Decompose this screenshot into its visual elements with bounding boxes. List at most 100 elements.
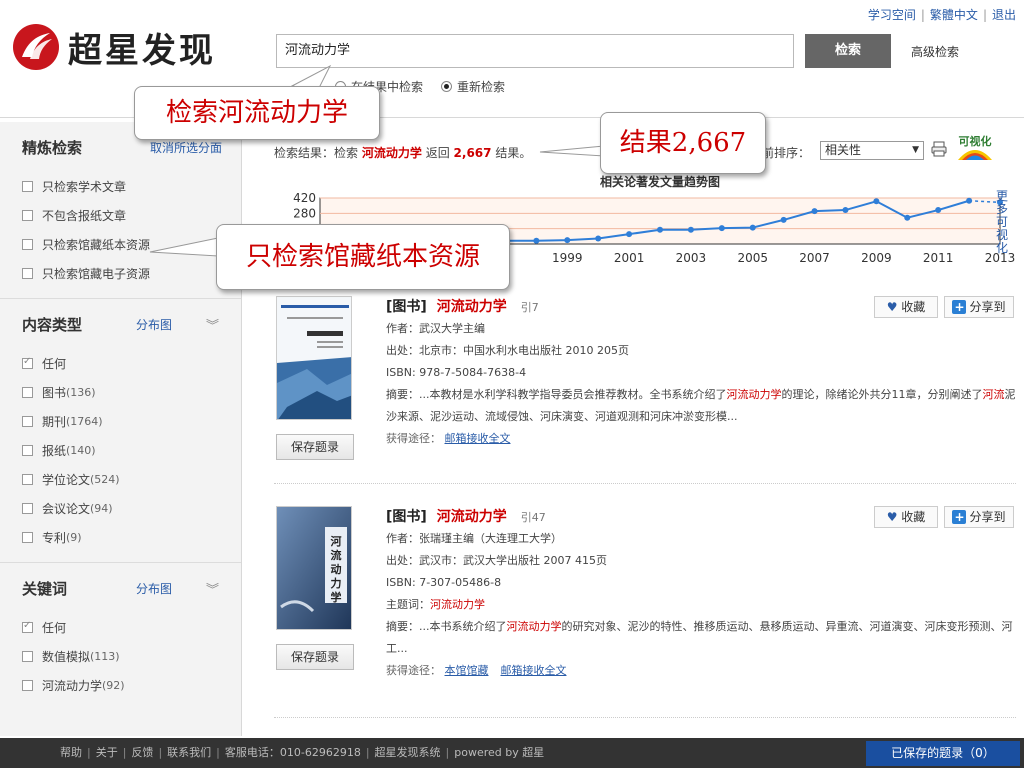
refine-title: 精炼检索 — [22, 138, 83, 157]
abstract-highlight: 河流动力学 — [726, 388, 782, 401]
search-button[interactable]: 检索 — [805, 34, 891, 68]
refine-item-academic[interactable]: 只检索学术文章 — [0, 172, 241, 201]
book-cover-image[interactable]: 河 流 动 力 学 — [276, 506, 352, 630]
refine-item-no-newspaper[interactable]: 不包含报纸文章 — [0, 201, 241, 230]
top-link-study-space[interactable]: 学习空间 — [868, 8, 916, 22]
saved-records-button[interactable]: 已保存的题录（0） — [866, 741, 1020, 766]
book-cover-image[interactable] — [276, 296, 352, 420]
keywords-header: 关键词 分布图 ︾ — [0, 563, 241, 613]
radio-new-search[interactable] — [441, 81, 453, 92]
sort-label: 前排序： — [762, 146, 811, 160]
abstract-highlight: 河流动力学 — [506, 620, 562, 633]
refine-item-electronic-holdings[interactable]: 只检索馆藏电子资源 — [0, 259, 241, 288]
checkbox[interactable] — [22, 356, 33, 369]
record-title-link[interactable]: 河流动力学 — [437, 299, 507, 315]
content-type-conference[interactable]: 会议论文 (94) — [0, 494, 241, 523]
save-record-button[interactable]: 保存题录 — [276, 644, 354, 670]
checkbox[interactable] — [22, 387, 33, 398]
refine-item-label: 只检索学术文章 — [42, 180, 127, 194]
facet-count: (9) — [66, 531, 82, 544]
record-author: 作者：武汉大学主编 — [386, 322, 485, 335]
clear-facets-link[interactable]: 取消所选分面 — [150, 139, 222, 156]
result-mid: 返回 — [425, 146, 450, 160]
record-title-link[interactable]: 河流动力学 — [437, 509, 507, 525]
content-type-journal[interactable]: 期刊 (1764) — [0, 407, 241, 436]
result-suffix: 结果。 — [495, 146, 532, 160]
advanced-search-link[interactable]: 高级检索 — [911, 43, 959, 60]
record-isbn: ISBN: 978-7-5084-7638-4 — [386, 366, 527, 379]
footer-help-link[interactable]: 帮助 — [60, 746, 82, 759]
top-link-logout[interactable]: 退出 — [992, 8, 1016, 22]
search-option-new-label: 重新检索 — [457, 80, 506, 94]
facet-label: 图书 — [42, 386, 67, 400]
keyword-any[interactable]: 任何 — [0, 613, 241, 642]
checkbox[interactable] — [22, 268, 33, 279]
abstract-text: 摘要：...本教材是水利学科教学指导委员会推荐教材。全书系统介绍了 — [386, 388, 727, 401]
checkbox[interactable] — [22, 680, 33, 691]
content-type-distribution-link[interactable]: 分布图 — [136, 316, 172, 333]
checkbox[interactable] — [22, 181, 33, 192]
sort-value: 相关性 — [825, 143, 862, 157]
email-fulltext-link[interactable]: 邮箱接收全文 — [501, 664, 567, 677]
footer-contact-link[interactable]: 联系我们 — [167, 746, 211, 759]
collapse-chevron-icon[interactable]: ︾ — [206, 579, 219, 598]
facet-label: 任何 — [42, 357, 67, 371]
library-holdings-link[interactable]: 本馆馆藏 — [445, 664, 489, 677]
facet-label: 学位论文 — [42, 473, 91, 487]
content-type-header: 内容类型 分布图 ︾ — [0, 299, 241, 349]
plus-icon: + — [952, 510, 967, 524]
logo[interactable]: 超星发现 — [12, 22, 216, 72]
checkbox[interactable] — [22, 503, 33, 514]
top-link-traditional[interactable]: 繁體中文 — [930, 8, 978, 22]
content-type-any[interactable]: 任何 — [0, 349, 241, 378]
content-type-section: 内容类型 分布图 ︾ 任何 图书(136) 期刊(1764) 报纸(140) 学… — [0, 299, 241, 563]
refine-item-paper-holdings[interactable]: 只检索馆藏纸本资源 — [0, 230, 241, 259]
logo-text: 超星发现 — [68, 30, 216, 71]
trend-point — [873, 198, 880, 205]
search-input[interactable]: 河流动力学 — [276, 34, 794, 68]
trend-point — [595, 235, 602, 242]
trend-point — [904, 214, 911, 221]
share-button[interactable]: + 分享到 — [944, 506, 1014, 528]
keyword-river-dynamics[interactable]: 河流动力学 (92) — [0, 671, 241, 700]
favorite-button[interactable]: ♥ 收藏 — [874, 506, 938, 528]
svg-text:力: 力 — [331, 576, 342, 590]
print-icon[interactable] — [930, 140, 948, 158]
content-type-book[interactable]: 图书 (136) — [0, 378, 241, 407]
more-visualization-link[interactable]: 更多可视化 — [995, 190, 1009, 255]
email-fulltext-link[interactable]: 邮箱接收全文 — [445, 432, 511, 445]
book-cover-art: 河 流 动 力 学 — [277, 507, 351, 629]
svg-text:动: 动 — [331, 562, 342, 576]
x-tick-label: 2001 — [614, 251, 645, 265]
trend-point — [687, 226, 694, 233]
trend-point — [780, 216, 787, 223]
share-label: 分享到 — [969, 300, 1006, 314]
checkbox[interactable] — [22, 620, 33, 633]
y-tick-label: 280 — [293, 206, 316, 220]
footer-about-link[interactable]: 关于 — [96, 746, 118, 759]
share-button[interactable]: + 分享到 — [944, 296, 1014, 318]
content-type-thesis[interactable]: 学位论文 (524) — [0, 465, 241, 494]
checkbox[interactable] — [22, 416, 33, 427]
checkbox[interactable] — [22, 474, 33, 485]
refine-item-label: 只检索馆藏纸本资源 — [42, 238, 151, 252]
content-type-newspaper[interactable]: 报纸 (140) — [0, 436, 241, 465]
keyword-numerical-simulation[interactable]: 数值模拟 (113) — [0, 642, 241, 671]
checkbox[interactable] — [22, 239, 33, 250]
checkbox[interactable] — [22, 651, 33, 662]
checkbox[interactable] — [22, 445, 33, 456]
checkbox[interactable] — [22, 532, 33, 543]
refine-item-label: 只检索馆藏电子资源 — [42, 267, 151, 281]
trend-point — [657, 226, 663, 233]
footer-system-name: 超星发现系统 — [374, 746, 441, 759]
sort-select[interactable]: 相关性 ▼ — [820, 141, 924, 160]
checkbox[interactable] — [22, 210, 33, 221]
save-record-button[interactable]: 保存题录 — [276, 434, 354, 460]
keywords-distribution-link[interactable]: 分布图 — [136, 580, 172, 597]
facet-label: 期刊 — [42, 415, 67, 429]
content-type-patent[interactable]: 专利 (9) — [0, 523, 241, 552]
visualization-icon[interactable]: 可视化 — [954, 134, 996, 164]
footer-feedback-link[interactable]: 反馈 — [131, 746, 153, 759]
favorite-button[interactable]: ♥ 收藏 — [874, 296, 938, 318]
collapse-chevron-icon[interactable]: ︾ — [206, 315, 219, 334]
